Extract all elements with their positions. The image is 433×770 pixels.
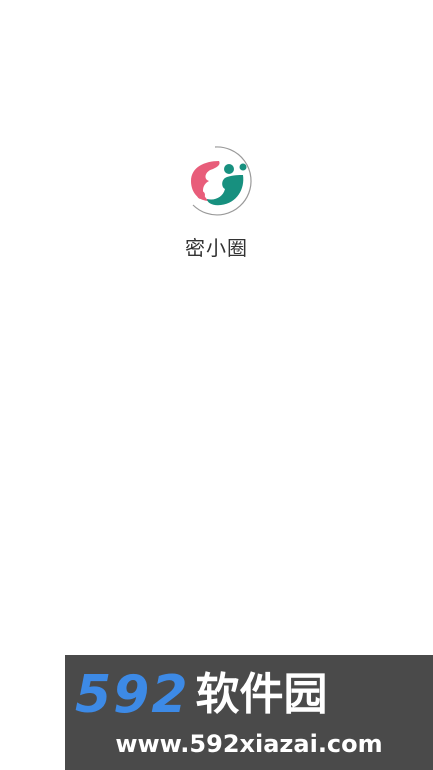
app-logo-icon xyxy=(185,145,257,217)
watermark-brand-digits: 592 xyxy=(75,665,190,725)
watermark-brand: 592 软件园 xyxy=(75,665,328,725)
watermark-url: www.592xiazai.com xyxy=(115,730,383,758)
watermark-banner: 592 软件园 www.592xiazai.com xyxy=(65,655,433,770)
watermark-brand-text: 软件园 xyxy=(195,669,328,720)
app-name: 密小圈 xyxy=(185,236,248,260)
